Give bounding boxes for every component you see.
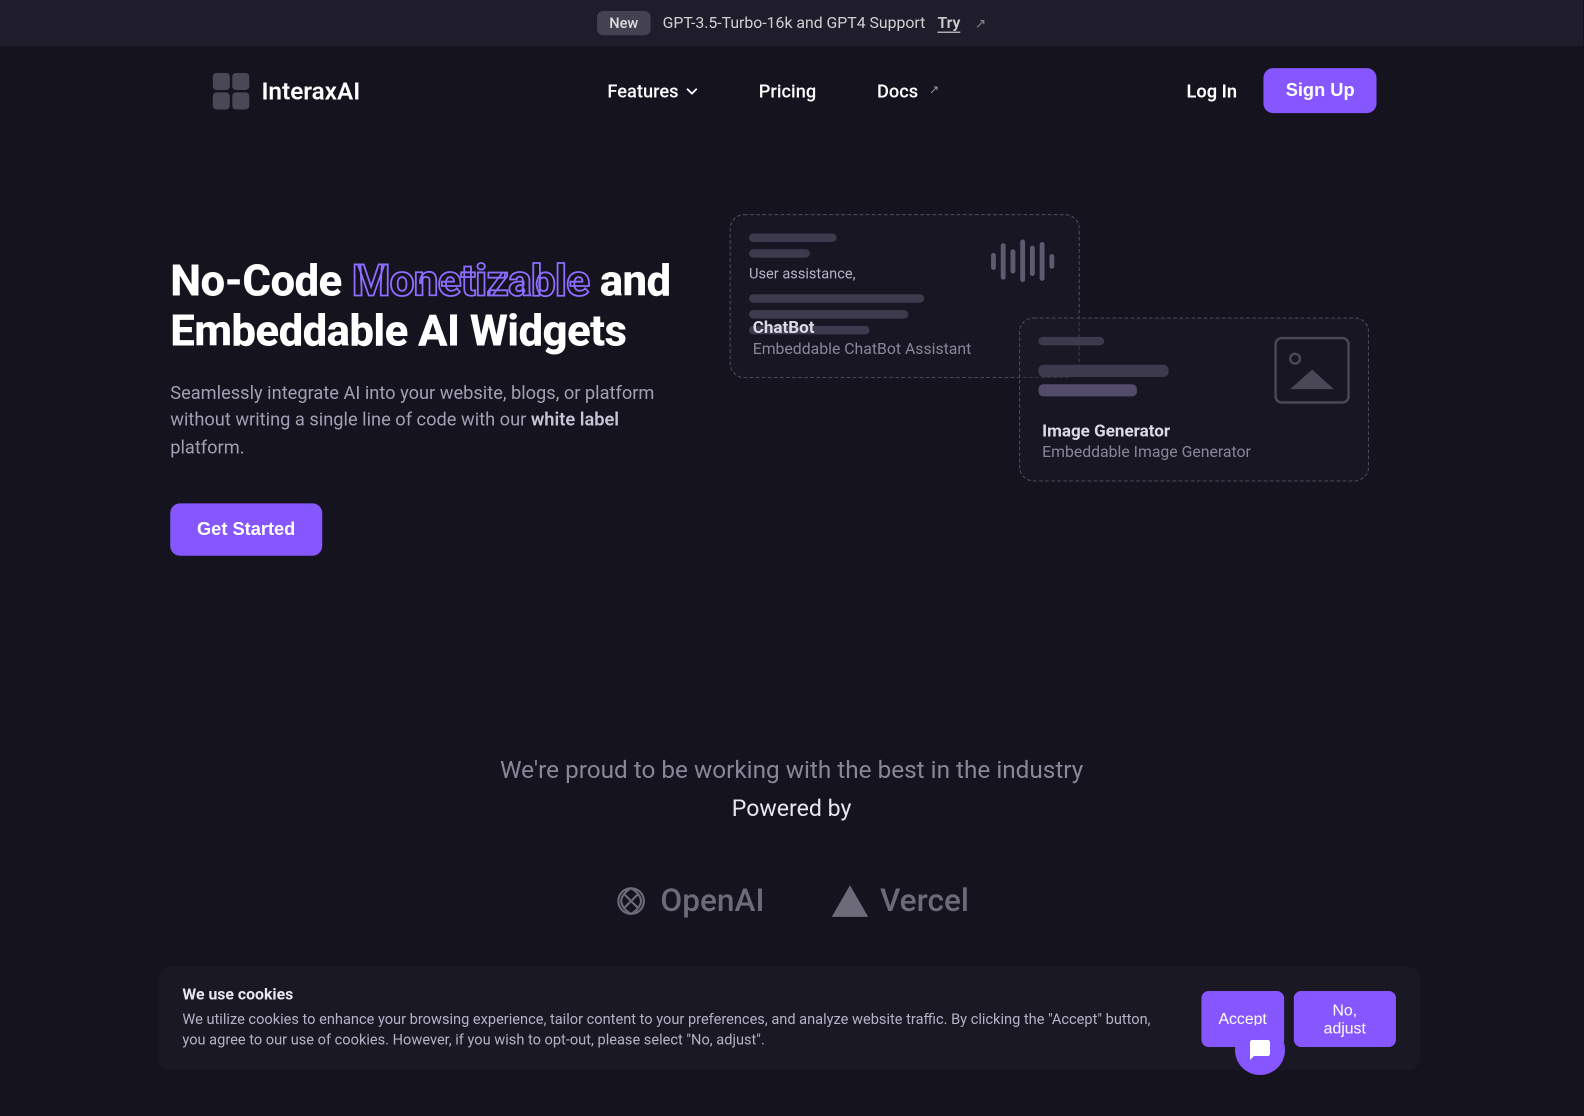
hero-illustration: User assistance, [730,220,1413,560]
get-started-button[interactable]: Get Started [170,504,322,556]
sub-strong: white label [531,409,619,431]
chat-fab[interactable] [1235,1025,1285,1075]
powered-by-text: Powered by [0,794,1583,822]
page-viewport: New GPT-3.5-Turbo-16k and GPT4 Support T… [0,0,1583,1116]
nav-features-label: Features [607,80,678,102]
nav-actions: Log In Sign Up [1187,68,1377,113]
brand-name: InteraxAI [261,76,360,105]
nav-docs[interactable]: Docs ↗ [877,80,939,102]
nav-pricing[interactable]: Pricing [759,80,816,102]
hero-subtitle: Seamlessly integrate AI into your websit… [170,379,681,461]
chat-icon [1248,1038,1272,1062]
audio-wave-icon [991,240,1054,283]
chatbot-title: ChatBot [753,319,972,338]
hero-content: No-Code Monetizable and Embeddable AI Wi… [170,220,681,560]
vercel-icon [831,885,867,917]
login-link[interactable]: Log In [1187,80,1238,102]
external-arrow-icon: ↗ [929,84,939,97]
signup-button[interactable]: Sign Up [1264,68,1377,113]
brand-logo[interactable]: InteraxAI [213,72,360,108]
openai-icon [614,884,648,918]
title-part1: No-Code [170,255,352,306]
logo-icon [213,72,249,108]
main-nav: InteraxAI Features Pricing Docs ↗ Log In… [0,46,1583,135]
partners-section: We're proud to be working with the best … [0,609,1583,1016]
announcement-banner: New GPT-3.5-Turbo-16k and GPT4 Support T… [0,0,1583,46]
try-link[interactable]: Try [937,14,960,32]
title-highlight: Monetizable [352,255,589,306]
nav-pricing-label: Pricing [759,80,816,102]
cookie-description: We utilize cookies to enhance your brows… [182,1010,1177,1051]
hero-title: No-Code Monetizable and Embeddable AI Wi… [170,257,681,358]
external-arrow-icon: ↗ [975,15,986,31]
cookie-adjust-button[interactable]: No, adjust [1294,991,1396,1047]
nav-links: Features Pricing Docs ↗ [607,80,939,102]
cookie-banner: We use cookies We utilize cookies to enh… [158,967,1420,1070]
partners-tagline: We're proud to be working with the best … [0,755,1583,784]
hero-section: No-Code Monetizable and Embeddable AI Wi… [0,135,1583,609]
chatbot-demo-text: User assistance, [749,265,858,282]
imagegen-subtitle: Embeddable Image Generator [1042,444,1251,462]
nav-features[interactable]: Features [607,80,698,102]
chatbot-subtitle: Embeddable ChatBot Assistant [753,340,972,358]
imagegen-widget-card: Image Generator Embeddable Image Generat… [1019,317,1369,481]
openai-logo: OpenAI [614,883,764,919]
new-tag: New [597,11,650,35]
sub-part2: platform. [170,436,244,458]
nav-docs-label: Docs [877,80,918,102]
imagegen-title: Image Generator [1042,422,1251,441]
cookie-title: We use cookies [182,987,1177,1005]
image-placeholder-icon [1274,337,1349,404]
vercel-logo: Vercel [831,883,969,919]
chevron-down-icon [686,87,698,94]
partner-logos: OpenAI Vercel [0,883,1583,919]
banner-text: GPT-3.5-Turbo-16k and GPT4 Support [663,14,926,32]
